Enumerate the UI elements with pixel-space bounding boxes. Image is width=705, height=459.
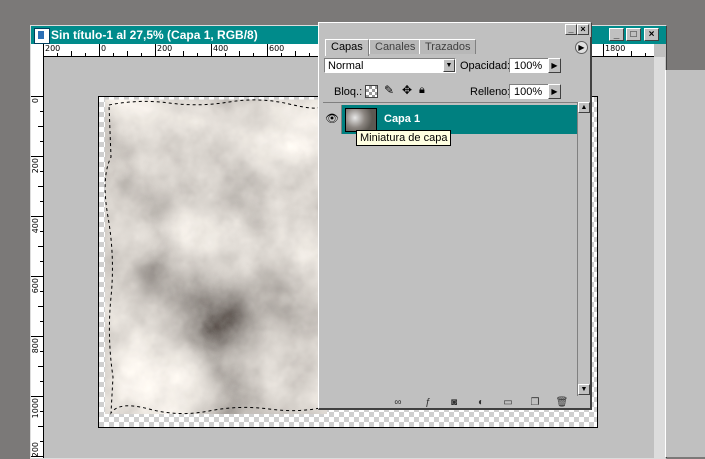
vertical-scrollbar[interactable] bbox=[654, 57, 665, 458]
ruler-vertical[interactable]: 0 200 400 600 800 1000 1200 bbox=[31, 56, 44, 458]
fill-input[interactable]: 100% bbox=[509, 84, 549, 99]
lock-transparency-icon[interactable] bbox=[365, 85, 378, 98]
layers-scrollbar[interactable]: ▲ ▼ bbox=[577, 102, 590, 396]
minimize-button[interactable]: _ bbox=[609, 28, 624, 41]
tooltip: Miniatura de capa bbox=[356, 130, 452, 146]
palette-drag-bar[interactable]: _ × bbox=[319, 23, 591, 37]
palette-close-button[interactable]: × bbox=[577, 24, 589, 35]
photoshop-document-icon bbox=[34, 28, 50, 44]
chevron-down-icon[interactable]: ▼ bbox=[443, 59, 455, 72]
blend-mode-select[interactable]: Normal ▼ bbox=[324, 58, 456, 73]
ruler-label: 800 bbox=[31, 338, 40, 354]
palette-minimize-button[interactable]: _ bbox=[565, 24, 577, 35]
ruler-label: 400 bbox=[31, 218, 40, 234]
ruler-label: 600 bbox=[31, 278, 40, 294]
layer-name[interactable]: Capa 1 bbox=[384, 113, 420, 125]
close-button[interactable]: × bbox=[644, 28, 659, 41]
fill-slider-arrow-icon[interactable]: ▶ bbox=[548, 84, 561, 99]
mask-icon[interactable]: ◙ bbox=[447, 397, 461, 409]
adjustment-layer-icon[interactable]: ◐ bbox=[474, 397, 488, 409]
lock-all-icon[interactable]: 🔒︎ bbox=[419, 85, 430, 96]
opacity-slider-arrow-icon[interactable]: ▶ bbox=[548, 58, 561, 73]
layer-thumbnail[interactable] bbox=[345, 108, 377, 132]
tab-layers[interactable]: Capas bbox=[325, 39, 369, 56]
lock-position-icon[interactable]: ✥ bbox=[402, 84, 413, 96]
selection-region bbox=[105, 99, 327, 414]
layers-list: 👁︎ Capa 1 bbox=[323, 102, 577, 397]
ruler-label: 400 bbox=[213, 44, 229, 53]
trash-icon[interactable]: 🗑︎ bbox=[555, 397, 569, 409]
document-title: Sin título-1 al 27,5% (Capa 1, RGB/8) bbox=[51, 28, 258, 42]
fill-label: Relleno: bbox=[470, 86, 511, 98]
background-window bbox=[665, 70, 705, 457]
palette-bottom-bar: ∞ ƒ ◙ ◐ ▭ ❐ 🗑︎ bbox=[319, 397, 591, 409]
ruler-label: 1200 bbox=[31, 442, 40, 458]
fill-value: 100% bbox=[514, 86, 543, 98]
ruler-label: 0 bbox=[31, 98, 40, 104]
tab-channels[interactable]: Canales bbox=[369, 39, 422, 54]
scroll-down-icon[interactable]: ▼ bbox=[578, 384, 590, 395]
ruler-label: 1800 bbox=[605, 44, 626, 53]
ruler-origin[interactable] bbox=[31, 44, 43, 56]
new-layer-icon[interactable]: ❐ bbox=[528, 397, 542, 409]
layer-set-icon[interactable]: ▭ bbox=[501, 397, 515, 409]
tab-paths[interactable]: Trazados bbox=[419, 39, 477, 54]
lock-label: Bloq.: bbox=[334, 86, 363, 98]
layers-palette: _ × Capas Canales Trazados ▶ Normal ▼ Op… bbox=[318, 22, 592, 410]
ruler-label: 200 bbox=[45, 44, 61, 53]
opacity-label: Opacidad: bbox=[460, 60, 511, 72]
ruler-label: 1000 bbox=[31, 398, 40, 419]
palette-menu-arrow-icon[interactable]: ▶ bbox=[575, 41, 588, 54]
ruler-label: 200 bbox=[157, 44, 173, 53]
layer-style-icon[interactable]: ƒ bbox=[421, 397, 435, 409]
blend-mode-value: Normal bbox=[328, 60, 364, 72]
lock-pixels-icon[interactable]: ✎ bbox=[384, 84, 395, 96]
palette-tabs: Capas Canales Trazados bbox=[319, 39, 591, 56]
scroll-up-icon[interactable]: ▲ bbox=[578, 102, 590, 113]
link-icon[interactable]: ∞ bbox=[391, 397, 405, 409]
eye-icon[interactable]: 👁︎ bbox=[323, 105, 342, 134]
ruler-label: 200 bbox=[31, 158, 40, 174]
maximize-button[interactable]: □ bbox=[626, 28, 641, 41]
opacity-value: 100% bbox=[514, 60, 543, 72]
opacity-input[interactable]: 100% bbox=[509, 58, 549, 73]
ruler-label: 600 bbox=[269, 44, 285, 53]
ruler-label: 0 bbox=[101, 44, 107, 53]
